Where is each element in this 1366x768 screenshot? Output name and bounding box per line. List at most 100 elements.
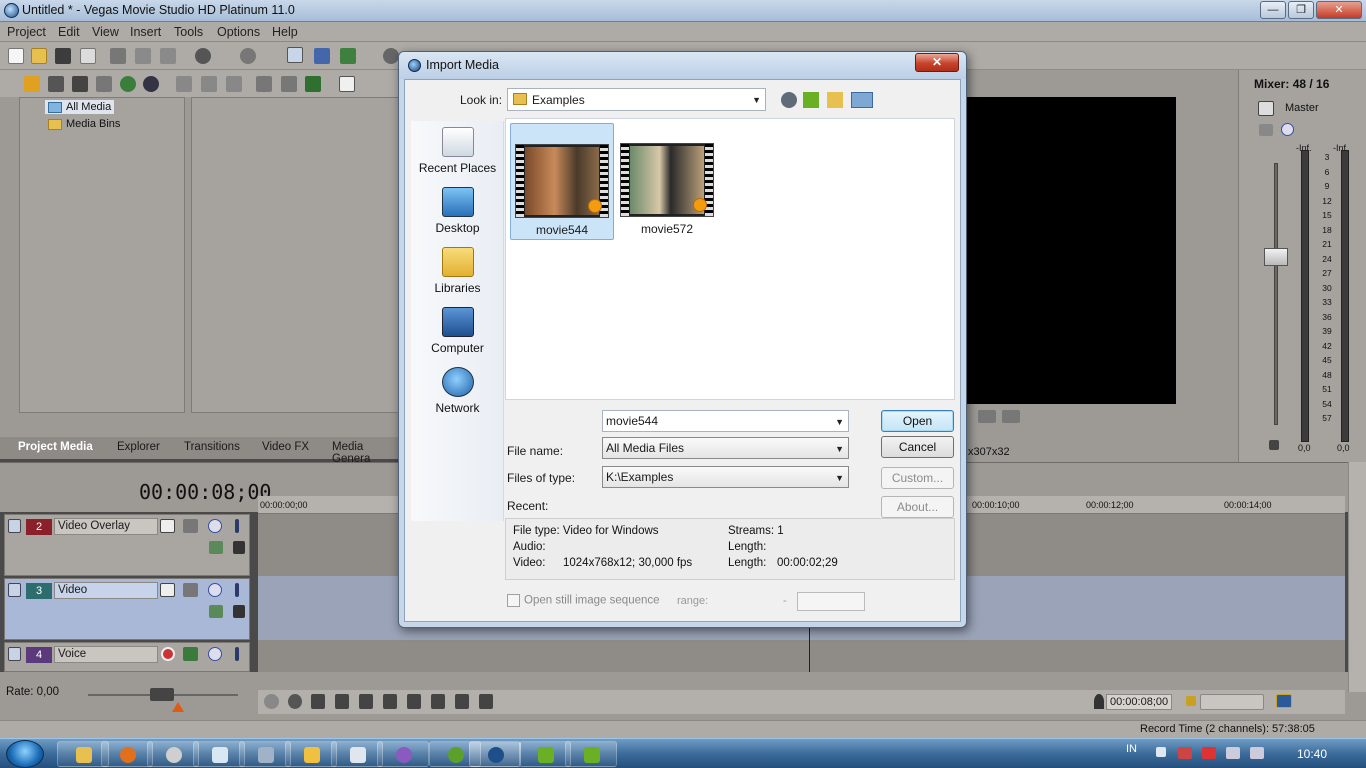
open-project-icon[interactable] <box>31 48 47 64</box>
get-photos-icon[interactable] <box>96 76 112 92</box>
play-icon[interactable] <box>335 694 349 709</box>
taskbar-app-pencil[interactable] <box>285 741 337 767</box>
properties-icon[interactable] <box>80 48 96 64</box>
place-computer[interactable]: Computer <box>411 307 504 355</box>
menu-view[interactable]: View <box>92 25 119 39</box>
track-header-video-overlay[interactable]: 2 Video Overlay <box>4 514 250 576</box>
track-name[interactable]: Video <box>54 582 158 599</box>
files-of-type-dropdown[interactable]: All Media Files ▼ <box>602 437 849 459</box>
close-button[interactable]: ✕ <box>1316 1 1362 19</box>
new-project-icon[interactable] <box>8 48 24 64</box>
start-button[interactable] <box>6 740 44 768</box>
track-arrow-icon[interactable] <box>233 541 245 554</box>
auto-play-icon[interactable] <box>305 76 321 92</box>
menu-tools[interactable]: Tools <box>174 25 203 39</box>
back-icon[interactable] <box>781 92 797 108</box>
minimize-button[interactable]: — <box>1260 1 1286 19</box>
prev-frame-icon[interactable] <box>455 694 469 709</box>
import-media-icon[interactable] <box>48 76 64 92</box>
mute-icon[interactable] <box>1281 123 1294 136</box>
stop-preview-icon[interactable] <box>281 76 297 92</box>
rate-slider-handle[interactable] <box>150 688 174 701</box>
compositing-icon[interactable] <box>160 519 175 533</box>
mute-track-icon[interactable] <box>208 583 222 597</box>
network-icon[interactable] <box>1226 747 1240 759</box>
edit-tool-icon[interactable] <box>287 47 303 63</box>
tab-transitions[interactable]: Transitions <box>184 441 240 453</box>
place-libraries[interactable]: Libraries <box>411 247 504 295</box>
maximize-button[interactable]: ❐ <box>1288 1 1314 19</box>
envelope-tool-icon[interactable] <box>314 48 330 64</box>
vegas-app-icon[interactable] <box>4 3 19 18</box>
track-fx-icon[interactable] <box>183 583 198 597</box>
about-button[interactable]: About... <box>881 496 954 518</box>
undo-icon[interactable] <box>195 48 211 64</box>
still-sequence-checkbox[interactable] <box>507 594 520 607</box>
next-frame-icon[interactable] <box>1002 410 1020 423</box>
taskbar-app-circle[interactable] <box>377 741 429 767</box>
timeline-vertical-scrollbar[interactable] <box>1348 462 1366 692</box>
track-motion-icon[interactable] <box>209 541 223 554</box>
volume-fader-track[interactable] <box>1274 163 1278 425</box>
volume-fader-handle[interactable] <box>1264 248 1288 266</box>
range-input[interactable] <box>797 592 865 611</box>
place-recent-places[interactable]: Recent Places <box>411 127 504 175</box>
next-frame-icon[interactable] <box>479 694 493 709</box>
selection-length-box[interactable] <box>1200 694 1264 710</box>
lock-icon[interactable] <box>1269 440 1279 450</box>
record-arm-icon[interactable] <box>161 647 175 661</box>
track-fx-icon[interactable] <box>183 519 198 533</box>
pause-icon[interactable] <box>359 694 373 709</box>
taskbar-app-tool[interactable] <box>239 741 291 767</box>
views-icon[interactable] <box>339 76 355 92</box>
solo-track-icon[interactable] <box>235 519 239 533</box>
menu-project[interactable]: Project <box>7 25 46 39</box>
cut-icon[interactable] <box>110 48 126 64</box>
lightning-icon[interactable] <box>24 76 40 92</box>
dialog-titlebar[interactable]: Import Media ✕ <box>399 52 966 79</box>
new-folder-icon[interactable] <box>827 92 843 108</box>
tray-app-icon[interactable] <box>1178 747 1192 759</box>
autoripple-icon[interactable] <box>383 48 399 64</box>
tray-expand-icon[interactable] <box>1156 747 1166 757</box>
track-fx-icon[interactable] <box>183 647 198 661</box>
language-indicator[interactable]: IN <box>1126 743 1137 755</box>
tree-item-media-bins[interactable]: Media Bins <box>45 117 123 131</box>
tab-explorer[interactable]: Explorer <box>117 441 160 453</box>
paste-icon[interactable] <box>160 48 176 64</box>
look-in-dropdown[interactable]: Examples ▼ <box>507 88 766 111</box>
dialog-close-button[interactable]: ✕ <box>915 53 959 72</box>
solo-track-icon[interactable] <box>235 583 239 597</box>
taskbar-app-green1[interactable] <box>519 741 571 767</box>
cancel-button[interactable]: Cancel <box>881 436 954 458</box>
tab-project-media[interactable]: Project Media <box>18 441 93 453</box>
cursor-timecode[interactable]: 00:00:08;00 <box>1106 694 1172 710</box>
taskbar-notes[interactable] <box>193 741 245 767</box>
menu-insert[interactable]: Insert <box>130 25 161 39</box>
auto-preview-icon[interactable] <box>226 76 242 92</box>
play-preview-icon[interactable] <box>256 76 272 92</box>
file-item-movie572[interactable]: movie572 <box>616 123 720 240</box>
taskbar-app-green2[interactable] <box>565 741 617 767</box>
clock[interactable]: 10:40 <box>1297 747 1327 761</box>
record-icon[interactable] <box>264 694 279 709</box>
track-expand-icon[interactable] <box>8 519 21 533</box>
track-name[interactable]: Video Overlay <box>54 518 158 535</box>
file-name-input[interactable]: movie544 ▼ <box>602 410 849 432</box>
menu-help[interactable]: Help <box>272 25 298 39</box>
copy-icon[interactable] <box>135 48 151 64</box>
track-motion-icon[interactable] <box>209 605 223 618</box>
save-icon[interactable] <box>55 48 71 64</box>
track-header-voice[interactable]: 4 Voice <box>4 642 250 672</box>
search-media-icon[interactable] <box>143 76 159 92</box>
track-expand-icon[interactable] <box>8 583 21 597</box>
tray-flag-icon[interactable] <box>1202 747 1216 759</box>
solo-track-icon[interactable] <box>235 647 239 661</box>
place-network[interactable]: Network <box>411 367 504 415</box>
taskbar-calculator[interactable] <box>331 741 383 767</box>
play-from-start-icon[interactable] <box>311 694 325 709</box>
fx-icon[interactable] <box>1259 124 1273 136</box>
still-sequence-option[interactable]: Open still image sequence <box>507 594 660 607</box>
file-item-movie544[interactable]: movie544 <box>510 123 614 240</box>
recent-dropdown[interactable]: K:\Examples ▼ <box>602 466 849 488</box>
